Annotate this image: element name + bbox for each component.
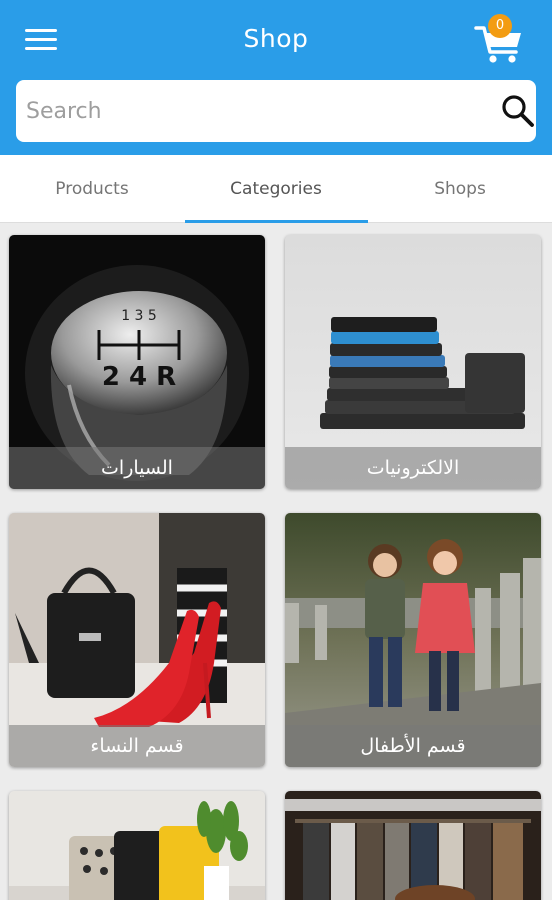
tab-bar: Products Categories Shops — [0, 155, 552, 223]
page-title: Shop — [243, 24, 309, 53]
category-label: قسم النساء — [9, 725, 265, 767]
cushions-plant-image — [9, 791, 265, 900]
search-input[interactable] — [26, 90, 466, 132]
category-card-electronics[interactable]: الالكترونيات — [285, 235, 541, 489]
app-bar: Shop 0 — [0, 0, 552, 155]
search-icon[interactable] — [500, 93, 536, 129]
svg-text:1 3 5: 1 3 5 — [121, 308, 157, 324]
active-tab-indicator — [185, 220, 368, 223]
cart-count-badge: 0 — [488, 14, 512, 38]
category-card-home[interactable] — [9, 791, 265, 900]
tab-categories[interactable]: Categories — [184, 155, 368, 223]
cart-button[interactable]: 0 — [472, 14, 528, 64]
category-card-kids[interactable]: قسم الأطفال — [285, 513, 541, 767]
tab-products[interactable]: Products — [0, 155, 184, 223]
svg-text:2 4 R: 2 4 R — [102, 362, 176, 392]
category-card-clothing[interactable] — [285, 791, 541, 900]
category-label: الالكترونيات — [285, 447, 541, 489]
tab-shops[interactable]: Shops — [368, 155, 552, 223]
category-card-women[interactable]: قسم النساء — [9, 513, 265, 767]
clothing-rack-image — [285, 791, 541, 900]
search-bar — [16, 80, 536, 142]
category-label: السيارات — [9, 447, 265, 489]
category-card-cars[interactable]: 1 3 5 2 4 R السيارات — [9, 235, 265, 489]
category-label: قسم الأطفال — [285, 725, 541, 767]
